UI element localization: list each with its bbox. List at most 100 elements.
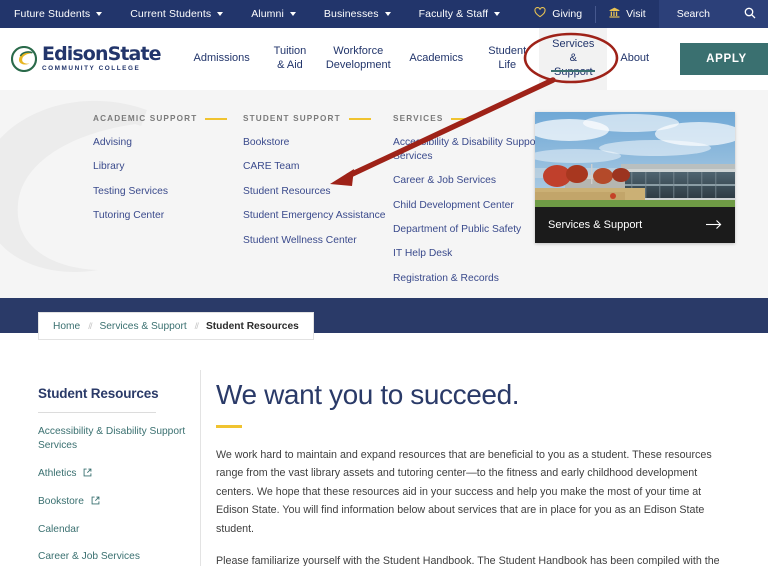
chevron-down-icon <box>384 12 391 16</box>
heading-text: STUDENT SUPPORT <box>243 114 341 123</box>
nav-label: Services & Support <box>552 38 595 78</box>
nav-item-tuition-aid[interactable]: Tuition & Aid <box>261 28 320 90</box>
megamenu-column-academic-support: ACADEMIC SUPPORT Advising Library Testin… <box>93 114 243 296</box>
edison-e-swoosh-logo-icon <box>10 45 38 73</box>
sidebar-divider <box>200 370 201 566</box>
nav-label: Workforce Development <box>325 45 391 71</box>
megamenu-link-testing-services[interactable]: Testing Services <box>93 185 243 199</box>
sidebar-item-accessibility-disability[interactable]: Accessibility & Disability Support Servi… <box>38 425 190 454</box>
main-navigation: Admissions Tuition & Aid Workforce Devel… <box>183 28 768 90</box>
apply-button[interactable]: APPLY <box>680 43 768 75</box>
search-icon <box>744 7 756 21</box>
breadcrumb-separator: // <box>88 320 92 332</box>
megamenu-link-library[interactable]: Library <box>93 160 243 174</box>
content-paragraph-2: Please familiarize yourself with the Stu… <box>216 555 720 566</box>
heading-text: SERVICES <box>393 114 444 123</box>
content-paragraph-1: We work hard to maintain and expand reso… <box>216 448 712 535</box>
heading-text: ACADEMIC SUPPORT <box>93 114 198 123</box>
utility-menu-future-students[interactable]: Future Students <box>14 8 116 20</box>
nav-item-workforce-development[interactable]: Workforce Development <box>319 28 397 90</box>
megamenu-link-registration-records[interactable]: Registration & Records <box>393 272 553 286</box>
arrow-right-icon <box>706 218 722 232</box>
megamenu-link-care-team[interactable]: CARE Team <box>243 160 393 174</box>
breadcrumb: Home // Services & Support // Student Re… <box>38 312 314 340</box>
utility-menu-faculty-staff[interactable]: Faculty & Staff <box>419 8 515 20</box>
utility-actions: Giving Visit Search <box>521 0 768 28</box>
megamenu-link-accessibility-disability[interactable]: Accessibility & Disability Support Servi… <box>393 136 553 164</box>
search-toggle[interactable]: Search <box>658 0 768 28</box>
megamenu-feature-card[interactable]: Services & Support <box>535 112 735 243</box>
utility-menu-label: Alumni <box>251 8 284 20</box>
megamenu-column-heading: SERVICES <box>393 114 553 123</box>
megamenu-column-services: SERVICES Accessibility & Disability Supp… <box>393 114 553 296</box>
megamenu-link-it-help-desk[interactable]: IT Help Desk <box>393 247 553 261</box>
megamenu-link-career-job-services[interactable]: Career & Job Services <box>393 174 553 188</box>
nav-item-services-support[interactable]: Services & Support <box>539 28 608 90</box>
chevron-down-icon <box>494 12 501 16</box>
breadcrumb-item-home[interactable]: Home <box>53 321 80 332</box>
megamenu-column-student-support: STUDENT SUPPORT Bookstore CARE Team Stud… <box>243 114 393 296</box>
nav-label: Academics <box>409 52 464 65</box>
megamenu-link-advising[interactable]: Advising <box>93 136 243 150</box>
nav-item-admissions[interactable]: Admissions <box>183 28 261 90</box>
heading-dash <box>348 117 371 120</box>
megamenu-link-student-emergency-assistance[interactable]: Student Emergency Assistance <box>243 209 393 223</box>
site-logo[interactable]: EdisonState COMMUNITY COLLEGE <box>0 43 162 73</box>
giving-link[interactable]: Giving <box>521 0 595 28</box>
nav-label: About <box>620 52 650 65</box>
megamenu-services-support: ACADEMIC SUPPORT Advising Library Testin… <box>0 90 768 298</box>
megamenu-link-bookstore[interactable]: Bookstore <box>243 136 393 150</box>
utility-menu-list: Future Students Current Students Alumni … <box>0 8 528 20</box>
nav-label: Admissions <box>193 52 250 65</box>
breadcrumb-item-current: Student Resources <box>205 320 299 332</box>
sidebar-rule <box>38 412 156 413</box>
nav-item-about[interactable]: About <box>607 28 662 90</box>
page-title: We want you to succeed. <box>216 379 520 410</box>
heading-dash <box>451 117 474 120</box>
utility-bar: Future Students Current Students Alumni … <box>0 0 768 28</box>
feature-card-title: Services & Support <box>548 219 643 231</box>
logo-tagline: COMMUNITY COLLEGE <box>42 65 141 73</box>
megamenu-link-child-development-center[interactable]: Child Development Center <box>393 199 553 213</box>
megamenu-link-tutoring-center[interactable]: Tutoring Center <box>93 209 243 223</box>
chevron-down-icon <box>217 12 224 16</box>
main-content: We want you to succeed. We work hard to … <box>216 379 736 566</box>
title-accent-rule <box>216 424 242 428</box>
sidebar-title: Student Resources <box>38 386 159 401</box>
utility-menu-label: Faculty & Staff <box>418 8 489 20</box>
giving-label: Giving <box>552 8 583 20</box>
visit-label: Visit <box>626 8 646 20</box>
visit-link[interactable]: Visit <box>596 0 659 28</box>
chevron-down-icon <box>289 12 296 16</box>
nav-item-student-life[interactable]: Student Life <box>475 28 539 90</box>
sidebar-item-athletics[interactable]: Athletics <box>38 467 190 482</box>
utility-menu-current-students[interactable]: Current Students <box>130 8 237 20</box>
megamenu-link-student-resources[interactable]: Student Resources <box>243 185 393 199</box>
sidebar-item-bookstore[interactable]: Bookstore <box>38 495 190 510</box>
megamenu-column-heading: STUDENT SUPPORT <box>243 114 393 123</box>
logo-name: EdisonState <box>42 43 162 66</box>
breadcrumb-item-services-support[interactable]: Services & Support <box>99 321 186 332</box>
external-link-icon <box>91 496 100 510</box>
sidebar-item-label: Accessibility & Disability Support Servi… <box>38 426 186 452</box>
bank-building-icon <box>609 7 620 21</box>
nav-item-academics[interactable]: Academics <box>397 28 475 90</box>
utility-menu-label: Future Students <box>14 8 91 20</box>
site-header: EdisonState COMMUNITY COLLEGE Admissions… <box>0 28 768 90</box>
sidebar-item-career-job-services[interactable]: Career & Job Services <box>38 550 190 564</box>
utility-menu-alumni[interactable]: Alumni <box>251 8 310 20</box>
utility-menu-label: Businesses <box>323 8 379 20</box>
sidebar-item-calendar[interactable]: Calendar <box>38 523 190 537</box>
page-body: Student Resources Accessibility & Disabi… <box>0 350 768 566</box>
sidebar-item-label: Career & Job Services <box>38 551 140 563</box>
breadcrumb-separator: // <box>194 320 199 332</box>
sidebar-item-label: Calendar <box>38 524 80 536</box>
utility-menu-businesses[interactable]: Businesses <box>324 8 405 20</box>
page-root: Future Students Current Students Alumni … <box>0 0 768 566</box>
search-label: Search <box>676 8 710 20</box>
nav-label: Student Life <box>488 45 527 71</box>
heart-icon <box>534 7 546 21</box>
megamenu-link-student-wellness-center[interactable]: Student Wellness Center <box>243 234 393 248</box>
sidebar-item-label: Bookstore <box>38 495 84 507</box>
megamenu-link-department-public-safety[interactable]: Department of Public Safety <box>393 223 553 237</box>
